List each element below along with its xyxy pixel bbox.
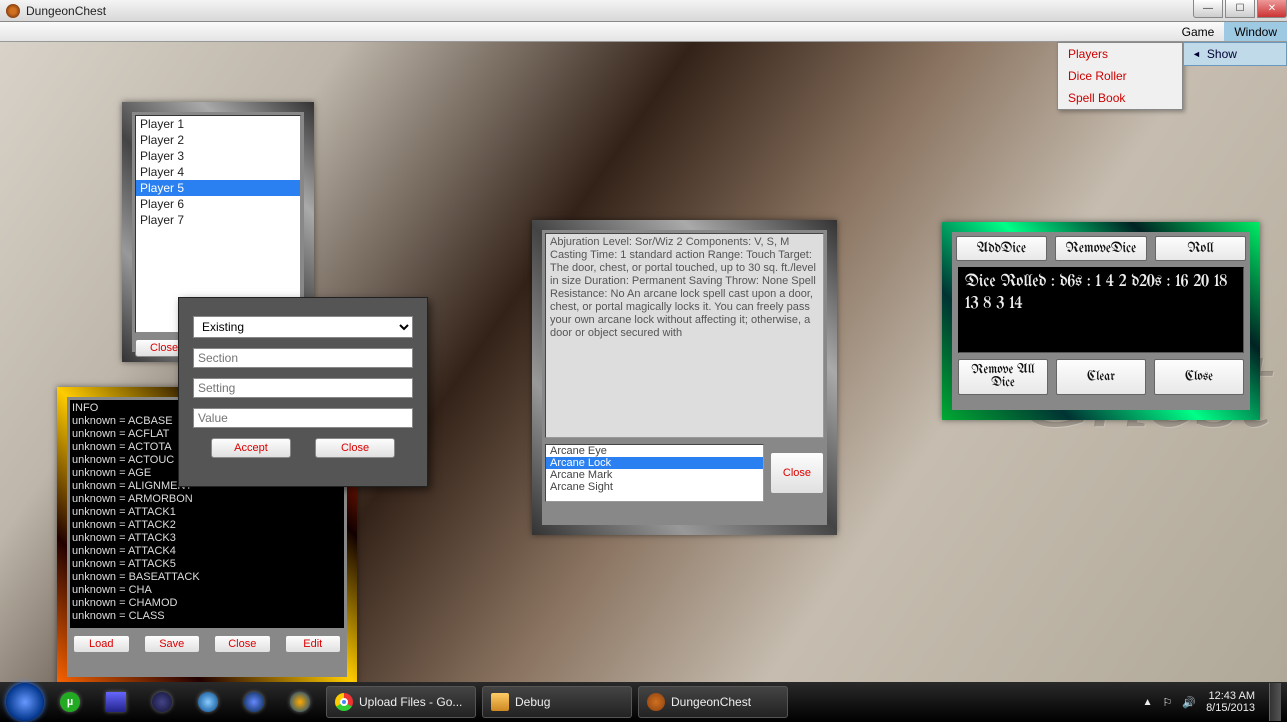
player-item[interactable]: Player 5	[136, 180, 300, 196]
menu-players[interactable]: Players	[1058, 43, 1182, 65]
window-menu-dropdown: Players Dice Roller Spell Book	[1057, 42, 1183, 110]
section-input[interactable]	[193, 348, 413, 368]
menubar: Game Window	[0, 22, 1287, 42]
player-item[interactable]: Player 7	[136, 212, 300, 228]
task-folder-label: Debug	[515, 695, 550, 709]
add-dice-button[interactable]: AddDice	[956, 236, 1047, 261]
window-title: DungeonChest	[26, 4, 106, 18]
edit-dialog: Existing Accept Close	[178, 297, 428, 487]
maximize-button[interactable]: ☐	[1225, 0, 1255, 18]
info-close-button[interactable]: Close	[214, 635, 271, 653]
spell-listbox[interactable]: Arcane EyeArcane LockArcane MarkArcane S…	[545, 444, 764, 502]
dice-result: Dice Rolled : d6s : 1 4 2 d20s : 16 20 1…	[958, 267, 1244, 353]
minimize-button[interactable]: —	[1193, 0, 1223, 18]
spell-item[interactable]: Arcane Mark	[546, 469, 763, 481]
start-button[interactable]	[6, 683, 44, 721]
pin-eclipse[interactable]	[142, 686, 182, 718]
clock-time: 12:43 AM	[1206, 690, 1255, 702]
menu-game[interactable]: Game	[1172, 22, 1225, 41]
value-input[interactable]	[193, 408, 413, 428]
pin-utorrent[interactable]: µ	[50, 686, 90, 718]
app-task-icon	[647, 693, 665, 711]
window-controls: — ☐ ✕	[1191, 0, 1287, 18]
roll-button[interactable]: Roll	[1155, 236, 1246, 261]
taskbar-clock[interactable]: 12:43 AM 8/15/2013	[1206, 690, 1259, 714]
system-tray: ▲ ⚐ 🔊 12:43 AM 8/15/2013	[1143, 683, 1281, 721]
player-item[interactable]: Player 6	[136, 196, 300, 212]
task-folder[interactable]: Debug	[482, 686, 632, 718]
pin-app2[interactable]	[234, 686, 274, 718]
remove-all-dice-button[interactable]: Remove All Dice	[958, 359, 1048, 395]
spell-item[interactable]: Arcane Sight	[546, 481, 763, 493]
taskbar: µ Upload Files - Go... Debug DungeonChes…	[0, 682, 1287, 722]
window-submenu: ◄ Show	[1183, 42, 1287, 66]
task-chrome-label: Upload Files - Go...	[359, 695, 462, 709]
folder-icon	[491, 693, 509, 711]
task-chrome[interactable]: Upload Files - Go...	[326, 686, 476, 718]
edit-close-button[interactable]: Close	[315, 438, 395, 458]
submenu-show[interactable]: ◄ Show	[1184, 43, 1286, 65]
close-window-button[interactable]: ✕	[1257, 0, 1287, 18]
show-desktop-button[interactable]	[1269, 683, 1281, 721]
setting-input[interactable]	[193, 378, 413, 398]
left-arrow-icon: ◄	[1192, 49, 1201, 59]
spell-description[interactable]: Abjuration Level: Sor/Wiz 2 Components: …	[545, 233, 824, 438]
remove-dice-button[interactable]: RemoveDice	[1055, 236, 1147, 261]
pin-app1[interactable]	[188, 686, 228, 718]
player-item[interactable]: Player 1	[136, 116, 300, 132]
menu-spellbook[interactable]: Spell Book	[1058, 87, 1182, 109]
clock-date: 8/15/2013	[1206, 702, 1255, 714]
task-app-label: DungeonChest	[671, 695, 751, 709]
pin-ide[interactable]	[96, 686, 136, 718]
spell-panel: Abjuration Level: Sor/Wiz 2 Components: …	[532, 220, 837, 535]
info-save-button[interactable]: Save	[144, 635, 201, 653]
tray-flag-icon[interactable]: ⚐	[1162, 696, 1172, 709]
dice-panel: AddDice RemoveDice Roll Dice Rolled : d6…	[942, 222, 1260, 420]
dice-close-button[interactable]: Close	[1154, 359, 1244, 395]
app-icon	[6, 4, 20, 18]
titlebar: DungeonChest — ☐ ✕	[0, 0, 1287, 22]
player-item[interactable]: Player 3	[136, 148, 300, 164]
player-item[interactable]: Player 4	[136, 164, 300, 180]
spell-close-button[interactable]: Close	[770, 452, 824, 494]
info-load-button[interactable]: Load	[73, 635, 130, 653]
spell-item[interactable]: Arcane Eye	[546, 445, 763, 457]
edit-accept-button[interactable]: Accept	[211, 438, 291, 458]
player-item[interactable]: Player 2	[136, 132, 300, 148]
tray-up-icon[interactable]: ▲	[1143, 697, 1153, 708]
tray-volume-icon[interactable]: 🔊	[1182, 696, 1196, 709]
clear-dice-button[interactable]: Clear	[1056, 359, 1146, 395]
chrome-icon	[335, 693, 353, 711]
spell-item[interactable]: Arcane Lock	[546, 457, 763, 469]
main-canvas: Dun Chest Player 1Player 2Player 3Player…	[0, 42, 1287, 682]
edit-mode-select[interactable]: Existing	[193, 316, 413, 338]
menu-window[interactable]: Window	[1224, 22, 1287, 41]
pin-wmp[interactable]	[280, 686, 320, 718]
task-app[interactable]: DungeonChest	[638, 686, 788, 718]
submenu-show-label: Show	[1207, 47, 1237, 61]
menu-diceroller[interactable]: Dice Roller	[1058, 65, 1182, 87]
info-edit-button[interactable]: Edit	[285, 635, 342, 653]
